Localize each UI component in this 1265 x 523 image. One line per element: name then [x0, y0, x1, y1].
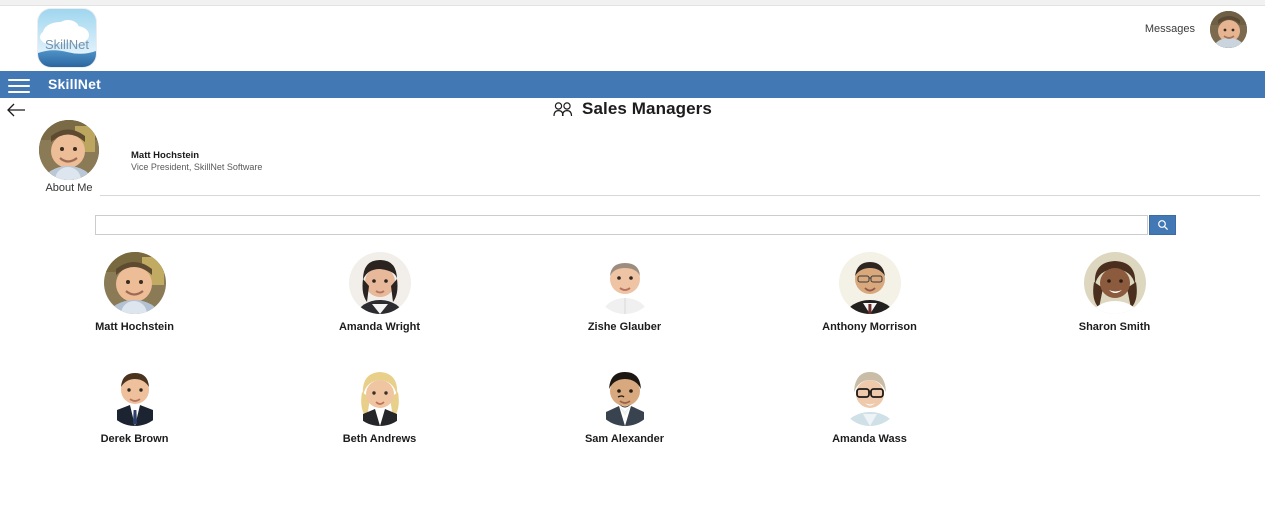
person-card[interactable]: Beth Andrews [257, 364, 502, 445]
header-user-avatar[interactable] [1210, 11, 1247, 48]
person-card[interactable]: Zishe Glauber [502, 252, 747, 333]
people-group-icon [553, 101, 573, 117]
page-title-container: Sales Managers [0, 99, 1265, 122]
person-card[interactable]: Matt Hochstein [12, 252, 257, 333]
person-card[interactable]: Anthony Morrison [747, 252, 992, 333]
person-photo [838, 364, 901, 426]
person-photo [1083, 252, 1146, 314]
person-name: Matt Hochstein [95, 321, 174, 333]
about-me-link[interactable]: About Me [39, 182, 99, 194]
person-card[interactable]: Derek Brown [12, 364, 257, 445]
person-card[interactable]: Amanda Wass [747, 364, 992, 445]
person-photo [103, 252, 166, 314]
person-photo [103, 364, 166, 426]
profile-divider [100, 195, 1260, 196]
svg-text:SkillNet: SkillNet [45, 37, 89, 52]
people-grid: Matt Hochstein Amanda Wright Zishe Glaub… [0, 252, 1265, 476]
person-name: Sharon Smith [1078, 321, 1151, 333]
person-card[interactable]: Amanda Wright [257, 252, 502, 333]
person-photo [593, 252, 656, 314]
profile-section: About Me Matt Hochstein Vice President, … [0, 120, 1265, 198]
profile-role: Vice President, SkillNet Software [131, 162, 263, 172]
search-input[interactable] [95, 215, 1148, 235]
app-navbar: SkillNet [0, 71, 1265, 98]
person-name: Zishe Glauber [587, 321, 662, 333]
person-name: Anthony Morrison [822, 321, 917, 333]
person-card[interactable]: Sharon Smith [992, 252, 1237, 333]
person-name: Amanda Wright [338, 321, 421, 333]
people-row: Matt Hochstein Amanda Wright Zishe Glaub… [0, 252, 1265, 333]
profile-photo[interactable] [39, 120, 99, 180]
search-button[interactable] [1149, 215, 1176, 235]
page-header: SkillNet Messages [0, 6, 1265, 72]
people-row: Derek Brown Beth Andrews Sam Alexander A… [0, 364, 1265, 445]
back-arrow-icon[interactable] [5, 101, 27, 119]
navbar-brand[interactable]: SkillNet [48, 76, 101, 92]
person-name: Sam Alexander [584, 433, 665, 445]
person-photo [348, 252, 411, 314]
person-name: Amanda Wass [832, 433, 907, 445]
hamburger-menu-icon[interactable] [7, 74, 31, 96]
page-title: Sales Managers [582, 99, 712, 118]
search-row [95, 215, 1176, 237]
person-name: Derek Brown [100, 433, 169, 445]
messages-link[interactable]: Messages [1145, 23, 1195, 35]
person-photo [348, 364, 411, 426]
skillnet-logo[interactable]: SkillNet [38, 9, 96, 67]
profile-name: Matt Hochstein [131, 150, 200, 161]
person-name: Beth Andrews [342, 433, 417, 445]
search-icon [1157, 219, 1169, 231]
person-photo [838, 252, 901, 314]
person-photo [593, 364, 656, 426]
person-card[interactable]: Sam Alexander [502, 364, 747, 445]
